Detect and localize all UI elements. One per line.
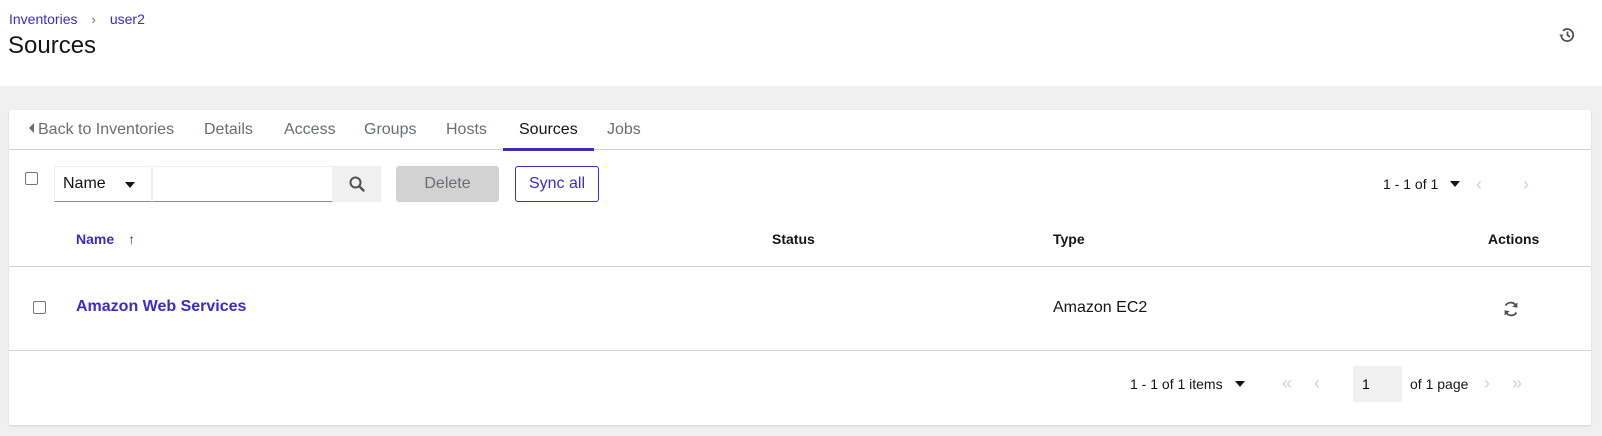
select-all-checkbox[interactable] [25, 172, 38, 185]
sync-source-button[interactable] [1499, 297, 1523, 321]
previous-page-button[interactable]: ‹ [1307, 373, 1327, 393]
pagination-toggle[interactable]: 1 - 1 of 1 [1383, 166, 1461, 202]
page-count: of 1 page [1410, 376, 1469, 392]
tab-bar: Back to Inventories Details Access Group… [9, 110, 1591, 151]
column-header-actions: Actions [1488, 231, 1540, 247]
search-button[interactable] [333, 166, 381, 202]
table-header: Name ↑ Status Type Actions [9, 220, 1591, 267]
next-page-button[interactable]: › [1477, 373, 1497, 393]
row-checkbox[interactable] [33, 301, 46, 314]
last-page-button[interactable]: » [1507, 373, 1527, 393]
tab-groups[interactable]: Groups [364, 110, 416, 150]
search-input[interactable] [152, 166, 333, 202]
source-name-link[interactable]: Amazon Web Services [76, 298, 246, 316]
first-page-button[interactable]: « [1277, 373, 1297, 393]
sources-card: Back to Inventories Details Access Group… [9, 110, 1591, 425]
previous-page-button[interactable]: ‹ [1469, 174, 1489, 194]
sync-icon [1504, 301, 1518, 317]
breadcrumb: Inventories › user2 [9, 11, 145, 27]
current-page-input[interactable] [1353, 366, 1402, 402]
history-button[interactable] [1556, 24, 1578, 46]
sort-ascending-icon: ↑ [128, 231, 136, 247]
items-per-page-toggle[interactable]: 1 - 1 of 1 items [1130, 376, 1245, 392]
tab-sources[interactable]: Sources [503, 110, 594, 151]
history-icon [1559, 28, 1575, 42]
caret-down-icon [1450, 181, 1461, 187]
column-header-type: Type [1053, 231, 1085, 247]
search-icon [349, 176, 365, 192]
source-type: Amazon EC2 [1053, 299, 1148, 316]
tab-jobs[interactable]: Jobs [607, 110, 641, 150]
tab-access[interactable]: Access [284, 110, 336, 150]
page-header: Inventories › user2 Sources [0, 0, 1602, 86]
breadcrumb-user2-link[interactable]: user2 [110, 11, 145, 27]
page-title: Sources [8, 32, 97, 59]
caret-down-icon [125, 182, 135, 188]
column-header-name[interactable]: Name ↑ [76, 220, 135, 267]
filter-field-select[interactable]: Name [54, 166, 152, 202]
table-row: Amazon Web Services Amazon EC2 [9, 267, 1591, 351]
column-header-status: Status [772, 231, 815, 247]
tab-back-to-inventories[interactable]: Back to Inventories [29, 110, 174, 150]
breadcrumb-inventories-link[interactable]: Inventories [9, 11, 77, 27]
next-page-button[interactable]: › [1516, 174, 1536, 194]
footer-pagination: 1 - 1 of 1 items « ‹ of 1 page › » [9, 351, 1591, 425]
caret-left-icon [29, 123, 34, 133]
tab-details[interactable]: Details [204, 110, 253, 150]
sync-all-button[interactable]: Sync all [515, 166, 599, 202]
delete-button[interactable]: Delete [396, 166, 499, 202]
chevron-right-icon: › [91, 11, 96, 27]
toolbar: Name Delete Sync all 1 - 1 of 1 ‹ › [9, 150, 1591, 220]
caret-down-icon [1234, 381, 1245, 387]
tab-hosts[interactable]: Hosts [446, 110, 487, 150]
